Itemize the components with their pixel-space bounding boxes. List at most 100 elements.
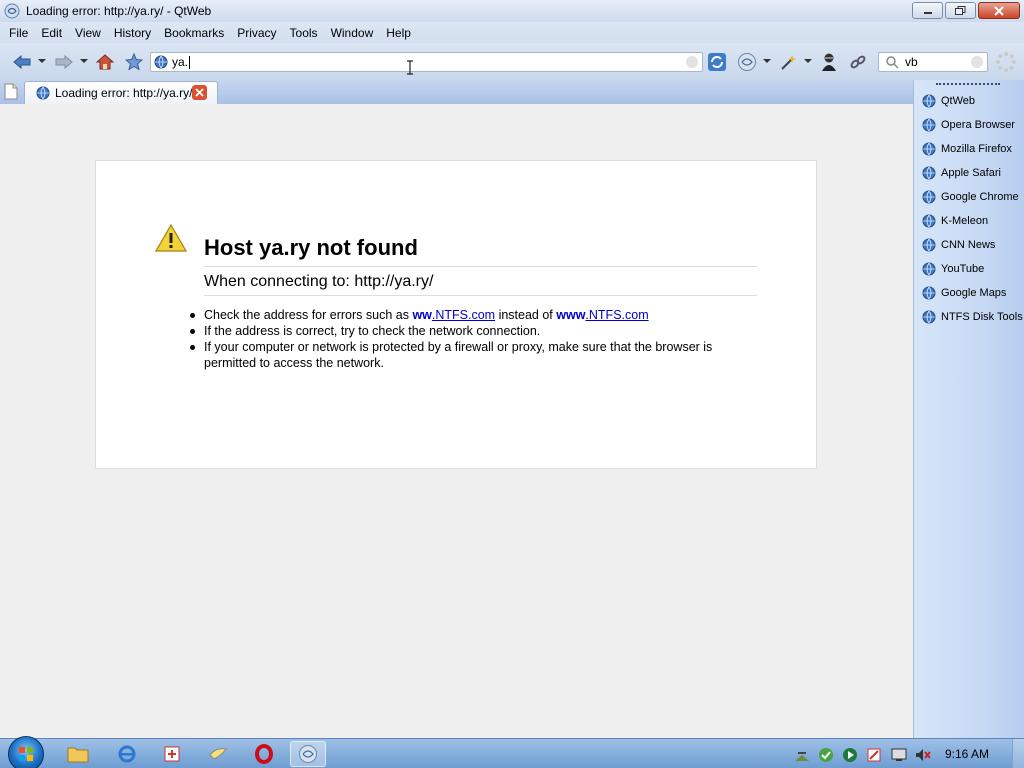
menu-bookmarks[interactable]: Bookmarks: [159, 26, 232, 40]
sidebar-item-label: CNN News: [941, 239, 996, 251]
bad-domain-prefix: ww: [412, 308, 432, 322]
home-button[interactable]: [95, 52, 115, 72]
sidebar-item-label: K-Meleon: [941, 215, 989, 227]
forward-button[interactable]: [54, 52, 74, 72]
close-icon: [195, 88, 204, 97]
sidebar-grip[interactable]: [936, 83, 1000, 85]
globe-icon: [922, 118, 936, 132]
bookmark-star-button[interactable]: [124, 52, 144, 72]
taskbar-opera[interactable]: [246, 741, 282, 767]
internet-explorer-icon: [118, 745, 136, 763]
menu-bar: File Edit View History Bookmarks Privacy…: [0, 22, 1024, 43]
close-window-button[interactable]: [978, 2, 1020, 19]
reload-button[interactable]: [707, 52, 727, 72]
tab-label: Loading error: http://ya.ry/: [55, 86, 193, 100]
back-history-dropdown[interactable]: [38, 59, 46, 63]
example-link-wrong[interactable]: .NTFS.com: [432, 308, 495, 322]
search-box[interactable]: vb: [878, 52, 988, 72]
star-icon: [125, 53, 143, 71]
close-tab-button[interactable]: [192, 85, 207, 100]
menu-history[interactable]: History: [109, 26, 159, 40]
address-bar[interactable]: ya.: [150, 52, 703, 72]
tray-app-icon[interactable]: [866, 747, 882, 763]
qtweb-app-icon: [4, 3, 20, 19]
taskbar-internet-explorer[interactable]: [109, 741, 145, 767]
folder-icon: [67, 747, 89, 763]
search-icon: [886, 56, 899, 69]
tab-loading-error[interactable]: Loading error: http://ya.ry/: [24, 81, 218, 104]
menu-privacy[interactable]: Privacy: [232, 26, 284, 40]
taskbar-qtweb[interactable]: [290, 741, 326, 767]
error-suggestions: Check the address for errors such as ww.…: [190, 307, 757, 371]
globe-icon: [922, 94, 936, 108]
window-controls: [912, 2, 1020, 19]
tray-network-icon[interactable]: [794, 747, 810, 763]
menu-help[interactable]: Help: [381, 26, 419, 40]
privacy-agent-button[interactable]: [819, 52, 839, 72]
tray-display-icon[interactable]: [891, 747, 907, 763]
refresh-icon: [708, 53, 726, 71]
globe-icon: [922, 310, 936, 324]
suggestion-check-address: Check the address for errors such as ww.…: [190, 307, 757, 323]
sidebar-item-label: Mozilla Firefox: [941, 143, 1012, 155]
qtweb-menu-dropdown[interactable]: [763, 59, 771, 63]
example-link-correct[interactable]: .NTFS.com: [585, 308, 648, 322]
menu-view[interactable]: View: [70, 26, 109, 40]
back-button[interactable]: [12, 52, 32, 72]
page-content: Host ya.ry not found When connecting to:…: [0, 104, 913, 738]
globe-icon: [922, 166, 936, 180]
search-input[interactable]: vb: [905, 55, 918, 69]
tray-security-icon[interactable]: [818, 747, 834, 763]
taskbar-app-3[interactable]: [154, 741, 190, 767]
sidebar-item-firefox[interactable]: Mozilla Firefox: [922, 140, 1012, 158]
taskbar-app-4[interactable]: [200, 741, 236, 767]
sidebar-item-kmeleon[interactable]: K-Meleon: [922, 212, 988, 230]
suggestion-text: Check the address for errors such as: [204, 308, 413, 322]
qtweb-menu-button[interactable]: [737, 52, 757, 72]
taskbar-clock[interactable]: 9:16 AM: [945, 747, 989, 761]
tray-volume-muted-icon[interactable]: [915, 747, 931, 763]
globe-icon: [922, 286, 936, 300]
menu-window[interactable]: Window: [326, 26, 382, 40]
sidebar-item-qtweb[interactable]: QtWeb: [922, 92, 975, 110]
warning-icon: [155, 223, 187, 252]
clear-address-icon[interactable]: [686, 56, 698, 68]
sidebar-item-ntfs-disk-tools[interactable]: NTFS Disk Tools: [922, 308, 1023, 326]
links-button[interactable]: [848, 52, 868, 72]
sidebar-item-chrome[interactable]: Google Chrome: [922, 188, 1019, 206]
sidebar-item-safari[interactable]: Apple Safari: [922, 164, 1001, 182]
agent-icon: [822, 53, 836, 71]
menu-tools[interactable]: Tools: [285, 26, 326, 40]
show-desktop-button[interactable]: [1012, 739, 1024, 768]
maximize-button[interactable]: [945, 2, 976, 19]
forward-history-dropdown[interactable]: [80, 59, 88, 63]
sidebar-item-label: NTFS Disk Tools: [941, 311, 1023, 323]
globe-icon: [922, 262, 936, 276]
home-icon: [96, 54, 114, 70]
new-tab-icon[interactable]: [4, 83, 18, 100]
menu-file[interactable]: File: [4, 26, 36, 40]
address-input[interactable]: ya.: [172, 55, 188, 69]
magic-wand-button[interactable]: [778, 52, 798, 72]
opera-icon: [255, 744, 273, 764]
forward-arrow-icon: [55, 55, 73, 69]
taskbar-explorer[interactable]: [60, 741, 96, 767]
sidebar-item-google-maps[interactable]: Google Maps: [922, 284, 1006, 302]
suggestion-check-connection: If the address is correct, try to check …: [190, 323, 757, 339]
chain-link-icon: [850, 55, 866, 69]
good-domain-prefix: www: [556, 308, 586, 322]
qtweb-logo-icon: [299, 745, 317, 763]
magic-wand-dropdown[interactable]: [804, 59, 812, 63]
back-arrow-icon: [13, 55, 31, 69]
minimize-button[interactable]: [912, 2, 943, 19]
tray-media-icon[interactable]: [842, 747, 858, 763]
clear-search-icon[interactable]: [971, 56, 983, 68]
globe-icon: [922, 238, 936, 252]
menu-edit[interactable]: Edit: [36, 26, 70, 40]
sidebar-item-opera[interactable]: Opera Browser: [922, 116, 1015, 134]
sidebar-item-youtube[interactable]: YouTube: [922, 260, 984, 278]
restore-icon: [955, 6, 966, 15]
sidebar-item-cnn-news[interactable]: CNN News: [922, 236, 995, 254]
start-button[interactable]: [8, 736, 44, 768]
windows-logo-icon: [19, 747, 33, 761]
